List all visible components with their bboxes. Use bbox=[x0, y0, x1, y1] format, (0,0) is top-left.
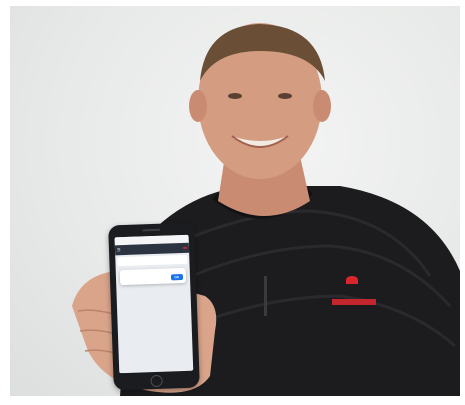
menu-icon[interactable]: ☰ bbox=[117, 247, 121, 252]
photo bbox=[10, 6, 460, 396]
card-row bbox=[119, 261, 185, 263]
card-row bbox=[119, 260, 185, 262]
card-title bbox=[119, 257, 185, 259]
phone-screen: ☰ OK bbox=[114, 234, 194, 374]
dialog: OK bbox=[119, 267, 187, 285]
info-card bbox=[117, 254, 188, 266]
dialog-title bbox=[123, 270, 183, 272]
person-illustration bbox=[72, 23, 460, 396]
earpiece bbox=[142, 228, 161, 232]
dialog-ok-button[interactable]: OK bbox=[170, 273, 184, 280]
app-header: ☰ bbox=[114, 242, 190, 256]
app-title bbox=[123, 248, 181, 250]
shirt-logo-bar bbox=[332, 299, 376, 305]
smartphone: ☰ OK bbox=[108, 222, 200, 391]
home-button[interactable] bbox=[150, 374, 163, 388]
card-row bbox=[119, 258, 185, 260]
logo-mark-icon bbox=[346, 276, 358, 284]
app-cta-button[interactable] bbox=[182, 246, 188, 249]
shirt-logo bbox=[332, 276, 378, 312]
dialog-actions: OK bbox=[123, 273, 184, 281]
